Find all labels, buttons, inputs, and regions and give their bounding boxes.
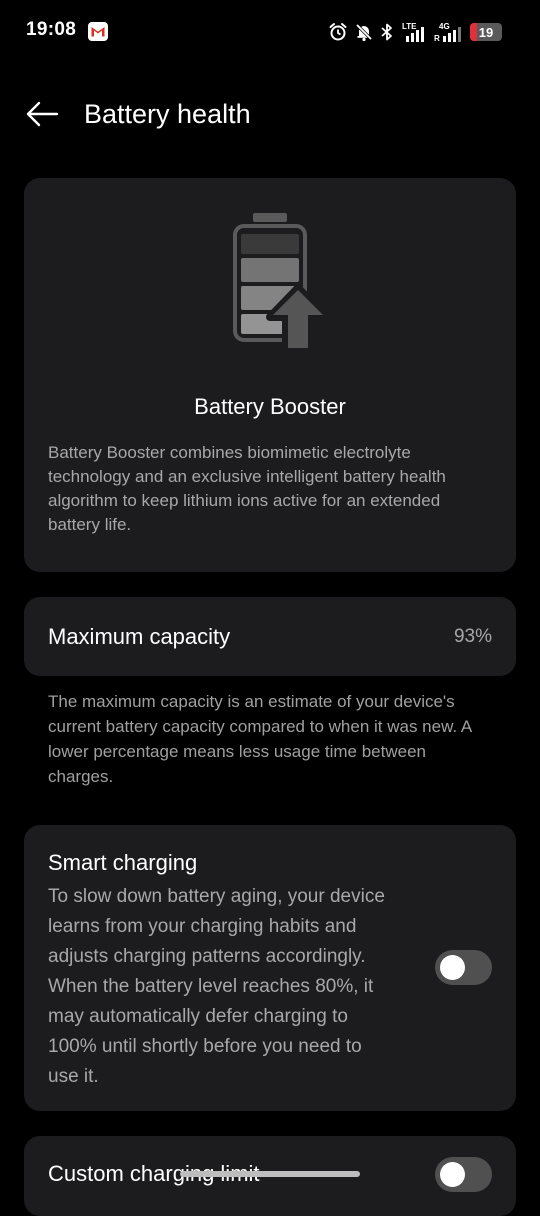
4g-label: 4G [439, 22, 450, 31]
gmail-icon [88, 22, 108, 41]
alarm-icon [329, 23, 347, 41]
maximum-capacity-row: Maximum capacity 93% [24, 597, 516, 676]
booster-title: Battery Booster [194, 394, 346, 419]
toggle-knob [440, 1162, 465, 1187]
home-indicator[interactable] [180, 1171, 360, 1177]
battery-booster-icon [233, 213, 330, 354]
capacity-note: The maximum capacity is an estimate of y… [48, 692, 472, 786]
status-icons: LTE 4G R 19 [328, 20, 502, 44]
smart-charging-card[interactable]: Smart charging To slow down battery agin… [24, 825, 516, 1111]
toggle-knob [440, 955, 465, 980]
bluetooth-icon [381, 23, 392, 41]
battery-fill [470, 23, 477, 41]
status-bar: 19:08 LTE 4G R 19 [0, 0, 540, 64]
battery-icon: 19 [470, 23, 502, 41]
maximum-capacity-value: 93% [453, 626, 492, 647]
roaming-label: R [434, 34, 440, 43]
back-arrow-icon[interactable] [24, 98, 60, 130]
battery-booster-card: Battery Booster Battery Booster combines… [24, 178, 516, 572]
status-time: 19:08 [26, 19, 77, 40]
booster-description: Battery Booster combines biomimetic elec… [48, 443, 446, 534]
mute-bell-icon [355, 23, 373, 42]
lte-label: LTE [402, 22, 417, 31]
battery-level: 19 [478, 24, 494, 40]
lte-signal-icon: LTE [402, 22, 424, 42]
smart-charging-title: Smart charging [48, 850, 198, 875]
page-title: Battery health [84, 99, 251, 129]
custom-charging-limit-toggle[interactable] [435, 1157, 492, 1192]
maximum-capacity-label: Maximum capacity [48, 624, 231, 649]
smart-charging-toggle[interactable] [435, 950, 492, 985]
4g-signal-icon: 4G R [434, 22, 461, 43]
smart-charging-description: To slow down battery aging, your device … [48, 886, 385, 1087]
